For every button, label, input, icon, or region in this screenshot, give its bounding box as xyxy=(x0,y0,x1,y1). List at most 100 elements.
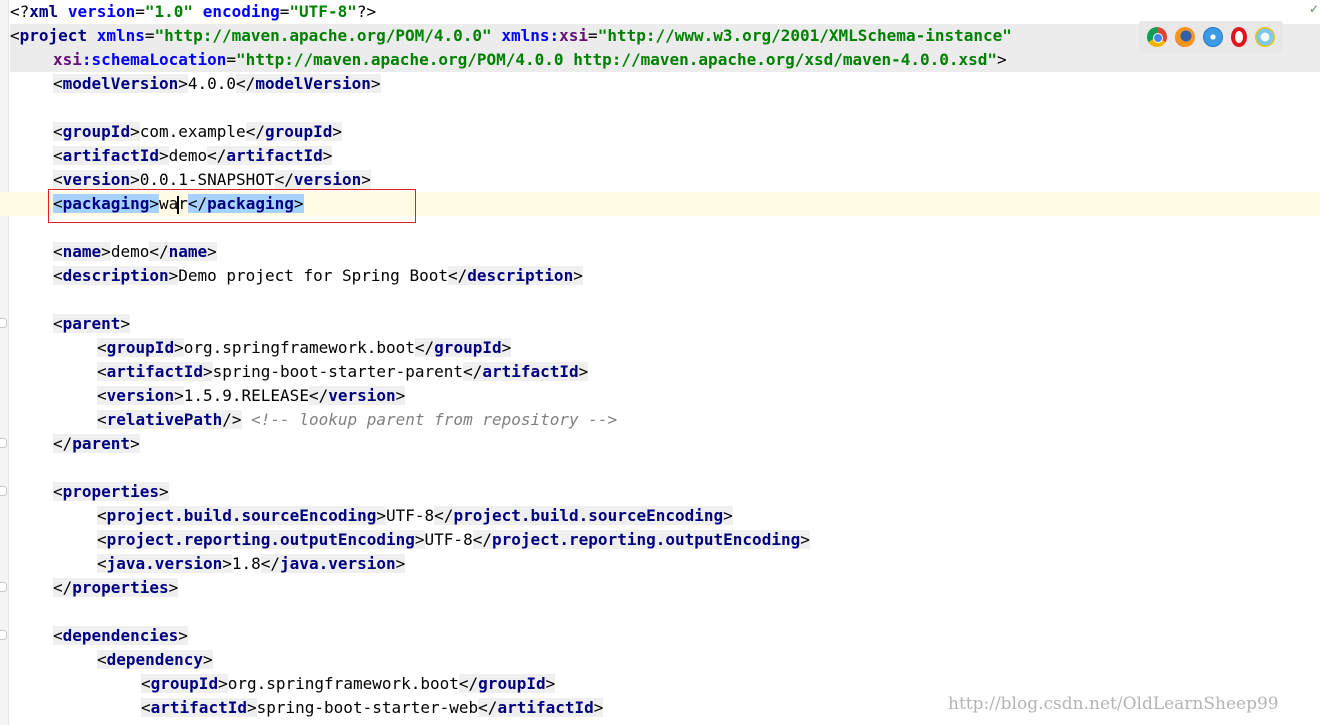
tag-name: groupId xyxy=(434,338,502,357)
tag-name: modelVersion xyxy=(255,74,371,93)
code-line-parent-artifact-id[interactable]: <artifactId>spring-boot-starter-parent</… xyxy=(10,360,589,384)
attr-name: schemaLocation xyxy=(91,50,227,69)
tag-name: dependency xyxy=(106,650,203,669)
tag-value: spring-boot-starter-parent xyxy=(212,362,464,381)
code-line-parent-group-id[interactable]: <groupId>org.springframework.boot</group… xyxy=(10,336,512,360)
project-tag: project xyxy=(19,26,88,45)
firefox-icon[interactable] xyxy=(1175,27,1195,47)
fold-marker[interactable] xyxy=(0,486,7,496)
tag-name: parent xyxy=(62,314,121,333)
tag-name: java.version xyxy=(280,554,396,573)
code-line-parent-version[interactable]: <version>1.5.9.RELEASE</version> xyxy=(10,384,406,408)
tag-name: project.reporting.outputEncoding xyxy=(491,530,801,549)
tag-name: artifactId xyxy=(150,698,247,717)
fold-marker[interactable] xyxy=(0,582,7,592)
tag-value: 1.5.9.RELEASE xyxy=(183,386,309,405)
attr-name: encoding xyxy=(202,2,280,21)
code-line-parent-close[interactable]: </parent> xyxy=(10,432,140,456)
code-line-artifact-id[interactable]: <artifactId>demo</artifactId> xyxy=(10,144,333,168)
browser-preview-bar xyxy=(1139,21,1283,53)
code-line-java-version[interactable]: <java.version>1.8</java.version> xyxy=(10,552,406,576)
fold-marker[interactable] xyxy=(0,318,7,328)
code-editor[interactable]: <?xml version="1.0" encoding="UTF-8"?> <… xyxy=(0,0,1320,725)
attr-value: "UTF-8" xyxy=(289,2,357,21)
code-line-dep-artifact-id[interactable]: <artifactId>spring-boot-starter-web</art… xyxy=(10,696,604,720)
code-line-parent-open[interactable]: <parent> xyxy=(10,312,131,336)
punct: ?> xyxy=(356,2,377,21)
chrome-icon[interactable] xyxy=(1147,27,1167,47)
tag-name: properties xyxy=(72,578,169,597)
fold-marker[interactable] xyxy=(0,630,7,640)
code-line-model-version[interactable]: <modelVersion>4.0.0</modelVersion> xyxy=(10,72,381,96)
ie-icon[interactable] xyxy=(1255,27,1275,47)
tag-name: dependencies xyxy=(62,626,179,645)
code-line-properties-open[interactable]: <properties> xyxy=(10,480,169,504)
tag-name: version xyxy=(106,386,175,405)
code-line-name[interactable]: <name>demo</name> xyxy=(10,240,217,264)
punct: < xyxy=(10,26,20,45)
tag-name: groupId xyxy=(62,122,131,141)
fold-marker[interactable] xyxy=(0,438,7,448)
punct: <? xyxy=(10,2,30,21)
tag-value: spring-boot-starter-web xyxy=(256,698,479,717)
attr-value: "http://maven.apache.org/POM/4.0.0 http:… xyxy=(236,50,998,69)
code-line-dependency-open[interactable]: <dependency> xyxy=(10,648,213,672)
code-line-xml-declaration[interactable]: <?xml version="1.0" encoding="UTF-8"?> xyxy=(10,0,376,24)
code-line-properties-close[interactable]: </properties> xyxy=(10,576,179,600)
tag-value: demo xyxy=(110,242,150,261)
tag-value: demo xyxy=(168,146,208,165)
tag-name: groupId xyxy=(264,122,333,141)
code-line-source-encoding[interactable]: <project.build.sourceEncoding>UTF-8</pro… xyxy=(10,504,733,528)
attr-name: xmlns xyxy=(96,26,145,45)
code-line-output-encoding[interactable]: <project.reporting.outputEncoding>UTF-8<… xyxy=(10,528,810,552)
tag-value: com.example xyxy=(139,122,246,141)
attr-ns: xsi xyxy=(53,50,82,69)
watermark: http://blog.csdn.net/OldLearnSheep99 xyxy=(948,694,1279,714)
attr-value: "http://maven.apache.org/POM/4.0.0" xyxy=(154,26,492,45)
tag-value: UTF-8 xyxy=(424,530,473,549)
attr-value: "1.0" xyxy=(144,2,194,21)
tag-value: 4.0.0 xyxy=(187,74,237,93)
tag-name: version xyxy=(293,170,362,189)
tag-name: groupId xyxy=(106,338,175,357)
highlight-box xyxy=(48,189,416,223)
tag-name: description xyxy=(62,266,169,285)
attr-value: "http://www.w3.org/2001/XMLSchema-instan… xyxy=(597,26,1012,45)
tag-value: 0.0.1-SNAPSHOT xyxy=(139,170,275,189)
attr-name: version xyxy=(67,2,136,21)
attr-name: xsi xyxy=(559,26,589,45)
code-line-project-open[interactable]: <project xmlns="http://maven.apache.org/… xyxy=(10,24,1320,48)
code-line-dependencies-open[interactable]: <dependencies> xyxy=(10,624,188,648)
tag-value: org.springframework.boot xyxy=(227,674,459,693)
tag-name: name xyxy=(168,242,208,261)
tag-name: modelVersion xyxy=(62,74,179,93)
code-line-description[interactable]: <description>Demo project for Spring Boo… xyxy=(10,264,583,288)
tag-name: version xyxy=(328,386,396,405)
tag-name: groupId xyxy=(150,674,219,693)
editor-gutter xyxy=(0,0,9,725)
code-line-relative-path[interactable]: <relativePath/> <!-- lookup parent from … xyxy=(10,408,617,432)
code-line-group-id[interactable]: <groupId>com.example</groupId> xyxy=(10,120,343,144)
tag-name: artifactId xyxy=(106,362,203,381)
tag-name: artifactId xyxy=(497,698,594,717)
tag-value: org.springframework.boot xyxy=(183,338,415,357)
tag-name: name xyxy=(62,242,102,261)
tag-name: artifactId xyxy=(482,362,579,381)
tag-value: 1.8 xyxy=(231,554,261,573)
inspection-ok-icon[interactable]: ✓ xyxy=(1309,2,1319,16)
opera-icon[interactable] xyxy=(1231,27,1247,47)
code-line-dep-group-id[interactable]: <groupId>org.springframework.boot</group… xyxy=(10,672,556,696)
code-line-schema-location[interactable]: xsi:schemaLocation="http://maven.apache.… xyxy=(10,48,1320,72)
tag-value: Demo project for Spring Boot xyxy=(178,266,448,285)
tag-name: java.version xyxy=(106,554,223,573)
punct: > xyxy=(997,50,1007,69)
tag-name: project.build.sourceEncoding xyxy=(106,506,377,525)
tag-name: version xyxy=(62,170,131,189)
safari-icon[interactable] xyxy=(1203,27,1223,47)
tag-name: parent xyxy=(72,434,131,453)
tag-name: artifactId xyxy=(226,146,323,165)
xml-tag: xml xyxy=(29,2,59,21)
attr-ns: xmlns xyxy=(501,26,550,45)
tag-name: project.build.sourceEncoding xyxy=(453,506,724,525)
tag-name: artifactId xyxy=(62,146,159,165)
